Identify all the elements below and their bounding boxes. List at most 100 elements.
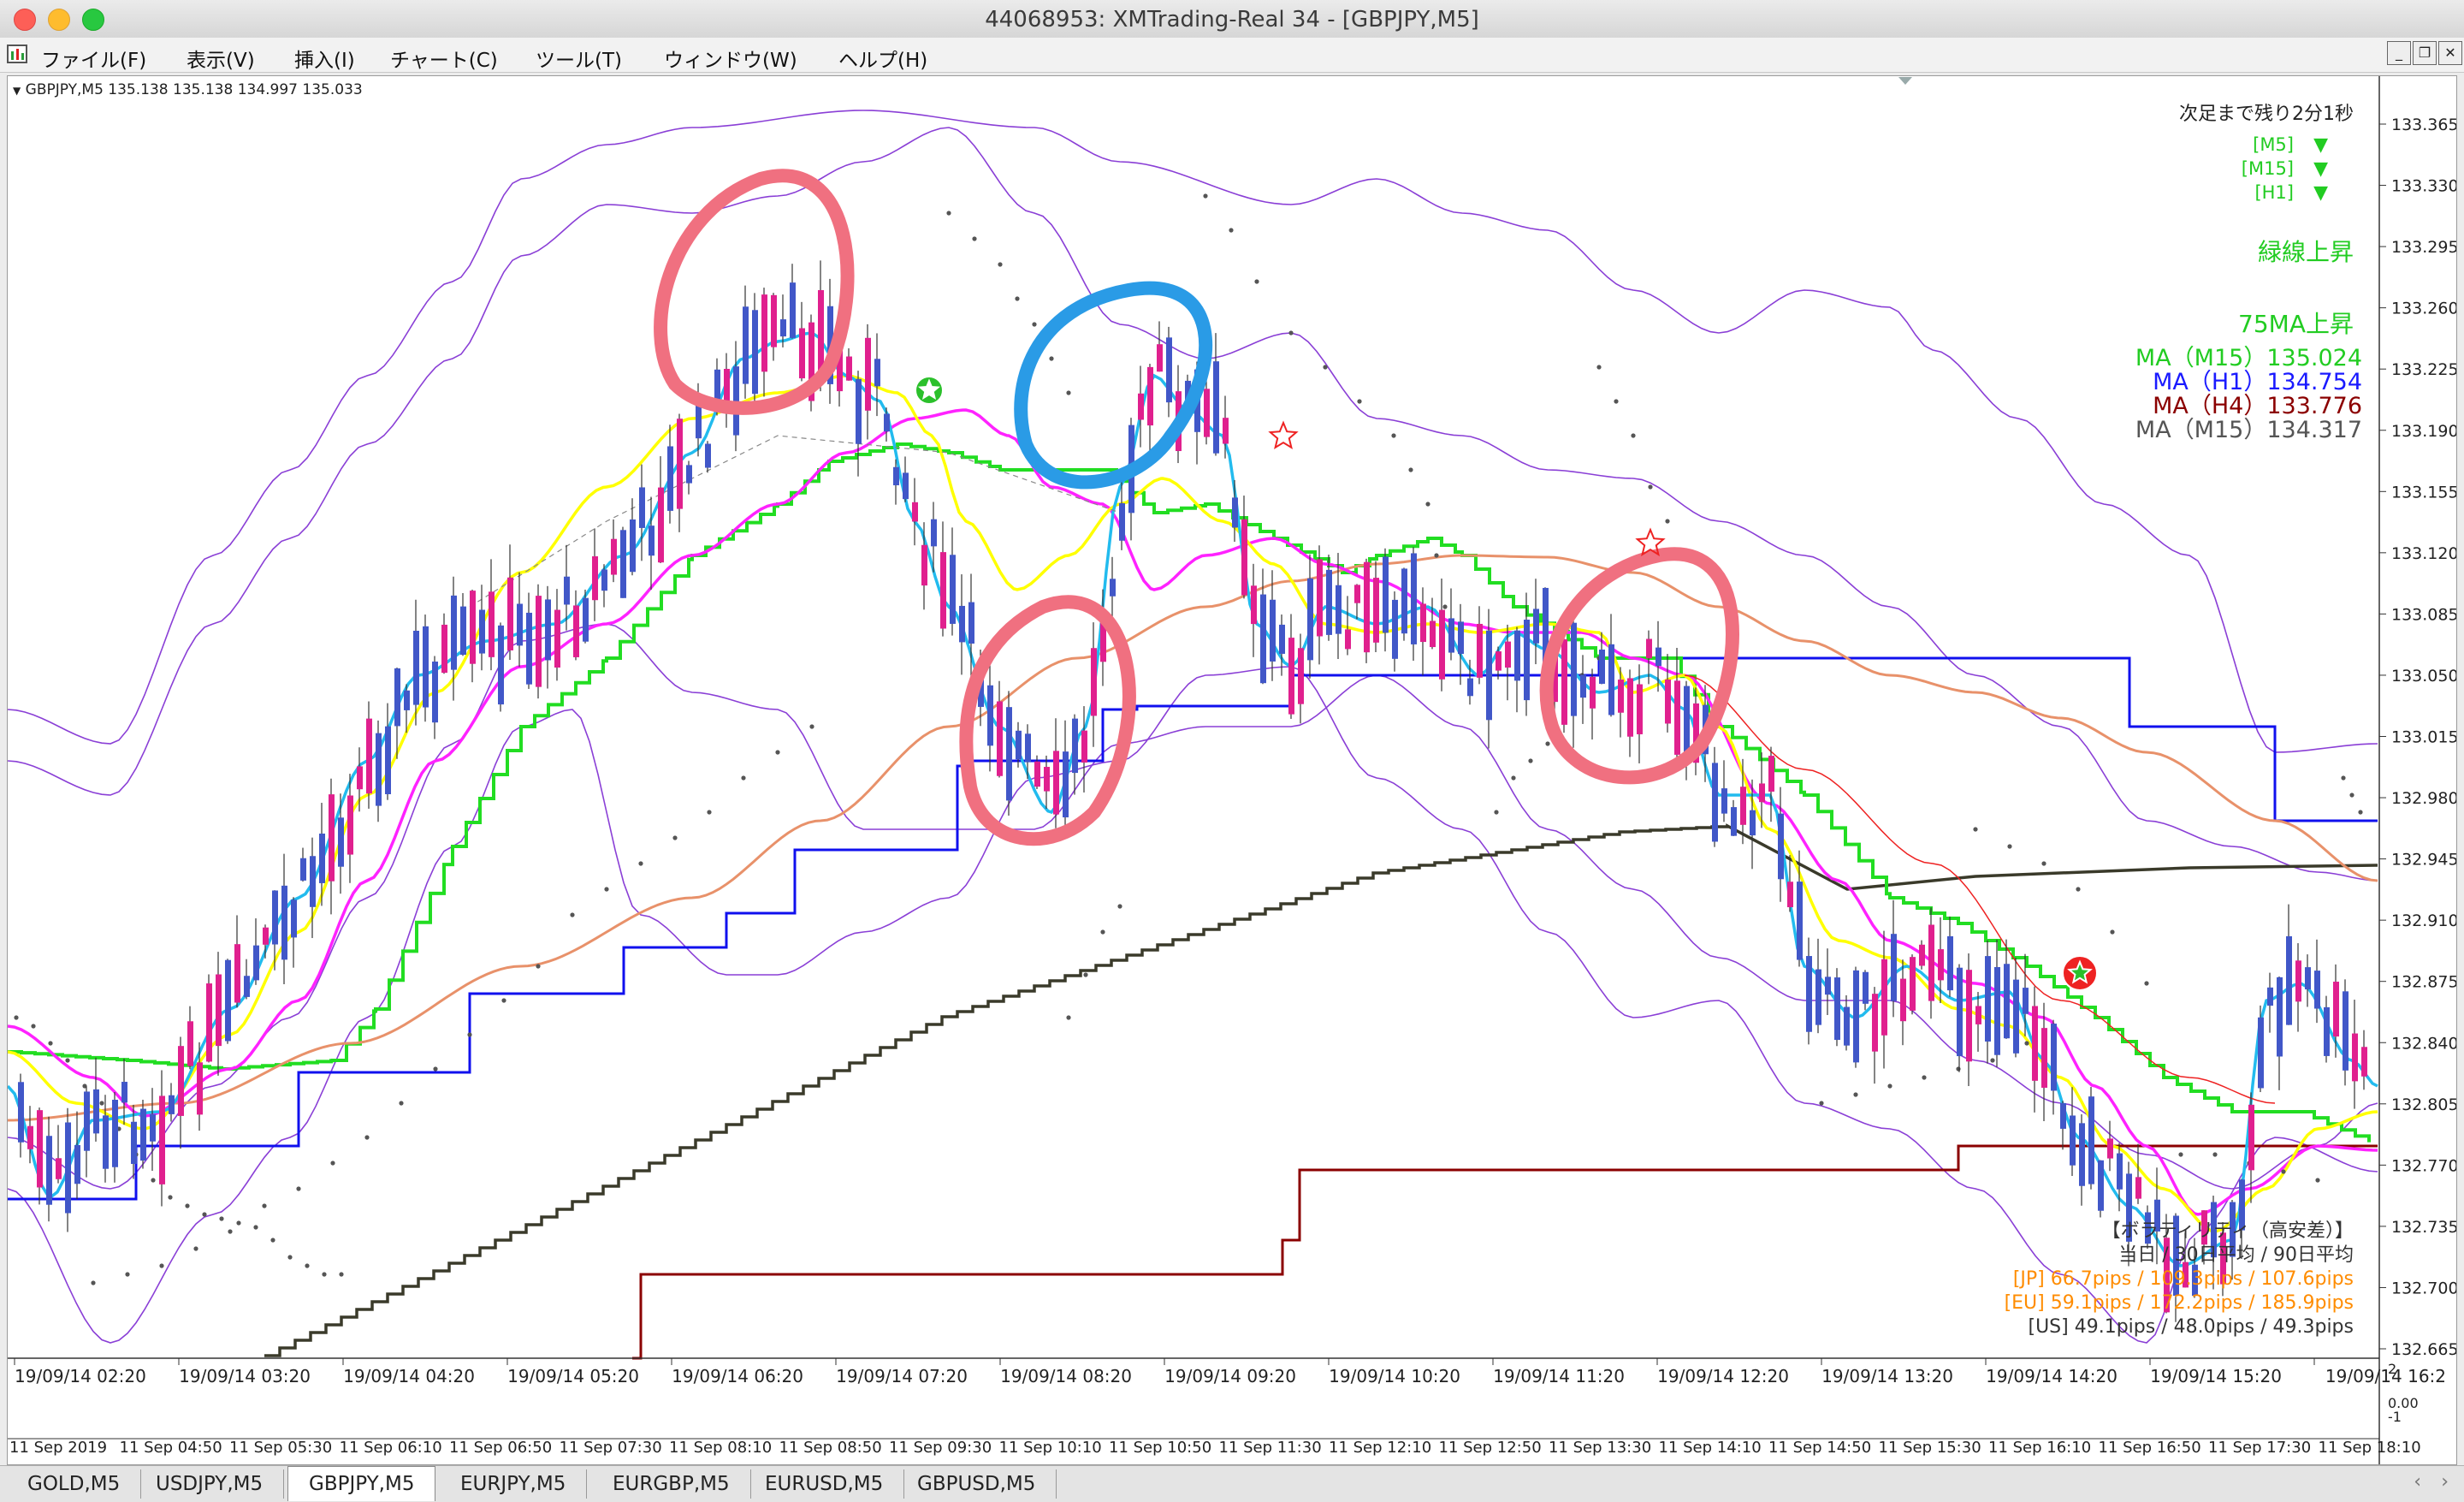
child-minimize-button[interactable]: _	[2387, 41, 2411, 65]
candle-body	[987, 685, 993, 746]
sar-dot	[1511, 775, 1516, 781]
candle-body	[2277, 977, 2283, 1057]
candle-body	[1966, 970, 1972, 1062]
candle-body	[780, 319, 786, 337]
tab-gold-m5[interactable]: GOLD,M5	[7, 1469, 142, 1499]
candle-body	[357, 766, 363, 790]
candle-body	[140, 1108, 146, 1161]
time-tick-label: 19/09/14 04:20	[343, 1366, 475, 1386]
candle-body	[1721, 788, 1727, 814]
sar-dot	[330, 1161, 335, 1166]
candle-body	[1006, 707, 1012, 801]
tab-usdjpy-m5[interactable]: USDJPY,M5	[135, 1469, 285, 1499]
candle-body	[272, 890, 278, 945]
candle-body	[1561, 638, 1567, 725]
candle-body	[131, 1121, 137, 1164]
candle-body	[338, 817, 344, 867]
sar-dot	[1425, 502, 1430, 507]
candle-body	[545, 599, 551, 661]
sub-time-tick-label: 11 Sep 15:30	[1879, 1439, 1981, 1457]
candle-body	[1307, 578, 1313, 661]
candle-body	[1298, 648, 1304, 704]
candle-body	[1288, 638, 1294, 715]
candle-body	[1091, 648, 1097, 716]
sar-dot	[236, 1220, 241, 1226]
candle-body	[74, 1144, 80, 1184]
ma-label-0: MA（M15）135.024	[2135, 345, 2362, 371]
candle-body	[216, 974, 222, 1047]
child-restore-button[interactable]: ❐	[2413, 41, 2437, 65]
tab-eurgbp-m5[interactable]: EURGBP,M5	[592, 1469, 751, 1499]
bollinger-band-0	[7, 110, 2378, 753]
sar-dot	[1973, 827, 1978, 832]
sar-dot	[2076, 887, 2081, 892]
price-tick-label: 133.050	[2391, 667, 2456, 686]
collapse-triangle-icon[interactable]: ▼	[13, 85, 21, 97]
candle-body	[2267, 987, 2273, 1006]
menu-help[interactable]: ヘルプ(H)	[838, 44, 927, 73]
candle-body	[423, 626, 429, 708]
sar-dot	[1066, 390, 1071, 395]
candle-body	[1044, 767, 1050, 792]
sub-time-tick-label: 11 Sep 06:50	[449, 1439, 552, 1457]
menu-file[interactable]: ファイル(F)	[41, 44, 146, 73]
sar-dot	[48, 1041, 53, 1046]
candle-body	[1665, 679, 1671, 724]
candle-body	[1279, 624, 1285, 654]
chart-window[interactable]: 133.365 133.330 133.295 133.260 133.225 133.1…	[6, 75, 2459, 1465]
candle-body	[2324, 1006, 2330, 1056]
tab-scroll-right-icon[interactable]: ›	[2441, 1471, 2449, 1493]
trend-red-line	[1684, 674, 2276, 1104]
candle-body	[1599, 650, 1605, 684]
tab-eurusd-m5[interactable]: EURUSD,M5	[744, 1469, 905, 1499]
sar-dot	[1032, 322, 1037, 327]
chart-document-icon	[7, 45, 27, 63]
child-close-button[interactable]: ✕	[2438, 41, 2462, 65]
sar-dot	[570, 912, 575, 917]
candle-body	[1891, 934, 1897, 1001]
candle-body	[1985, 956, 1991, 1042]
sar-dot	[2281, 1169, 2286, 1174]
time-tick-label: 19/09/14 13:20	[1821, 1366, 1953, 1386]
sar-dot	[1922, 1075, 1927, 1080]
tab-gbpjpy-m5[interactable]: GBPJPY,M5	[287, 1466, 436, 1501]
menu-chart[interactable]: チャート(C)	[390, 44, 498, 73]
sar-dot	[185, 1203, 190, 1208]
candle-body	[1571, 622, 1577, 716]
candle-body	[865, 337, 871, 411]
candle-body	[884, 413, 890, 432]
sar-dot	[399, 1101, 404, 1106]
candle-body	[281, 885, 287, 960]
candle-body	[1072, 718, 1078, 774]
sar-dot	[14, 1015, 19, 1020]
menu-window[interactable]: ウィンドウ(W)	[664, 44, 797, 73]
price-tick-label: 133.155	[2391, 483, 2456, 502]
candle-body	[1354, 585, 1360, 603]
price-tick-label: 133.225	[2391, 360, 2456, 379]
menu-insert[interactable]: 挿入(I)	[294, 44, 355, 73]
candle-body	[1844, 1006, 1850, 1046]
sar-dot	[202, 1212, 207, 1217]
sar-dot	[1408, 467, 1413, 472]
volatility-title: 【ボラティリティ（高安差）】	[2101, 1220, 2354, 1242]
ma-label-2: MA（H4）133.776	[2153, 393, 2362, 419]
sar-dot	[99, 1101, 104, 1106]
sub-time-tick-label: 11 Sep 18:10	[2319, 1439, 2421, 1457]
menu-tools[interactable]: ツール(T)	[536, 44, 622, 73]
sub-time-tick-label: 11 Sep 16:10	[1988, 1439, 2091, 1457]
tab-eurjpy-m5[interactable]: EURJPY,M5	[440, 1469, 588, 1499]
tab-gbpusd-m5[interactable]: GBPUSD,M5	[897, 1469, 1057, 1499]
sar-dot	[1956, 1066, 1961, 1072]
menu-view[interactable]: 表示(V)	[187, 44, 255, 73]
candle-body	[903, 472, 909, 500]
candle-body	[658, 487, 664, 563]
candle-body	[771, 294, 777, 347]
time-tick-label: 19/09/14 03:20	[179, 1366, 311, 1386]
candle-body	[1401, 568, 1407, 634]
sar-dot	[1528, 758, 1533, 763]
time-tick-label: 19/09/14 14:20	[1986, 1366, 2118, 1386]
tab-scroll-left-icon[interactable]: ‹	[2414, 1471, 2421, 1493]
ma-values-block: MA（M15）135.024 MA（H1）134.754 MA（H4）133.776…	[2135, 347, 2362, 442]
sar-dot	[707, 810, 712, 815]
sub-time-tick-label: 11 Sep 14:50	[1768, 1439, 1871, 1457]
